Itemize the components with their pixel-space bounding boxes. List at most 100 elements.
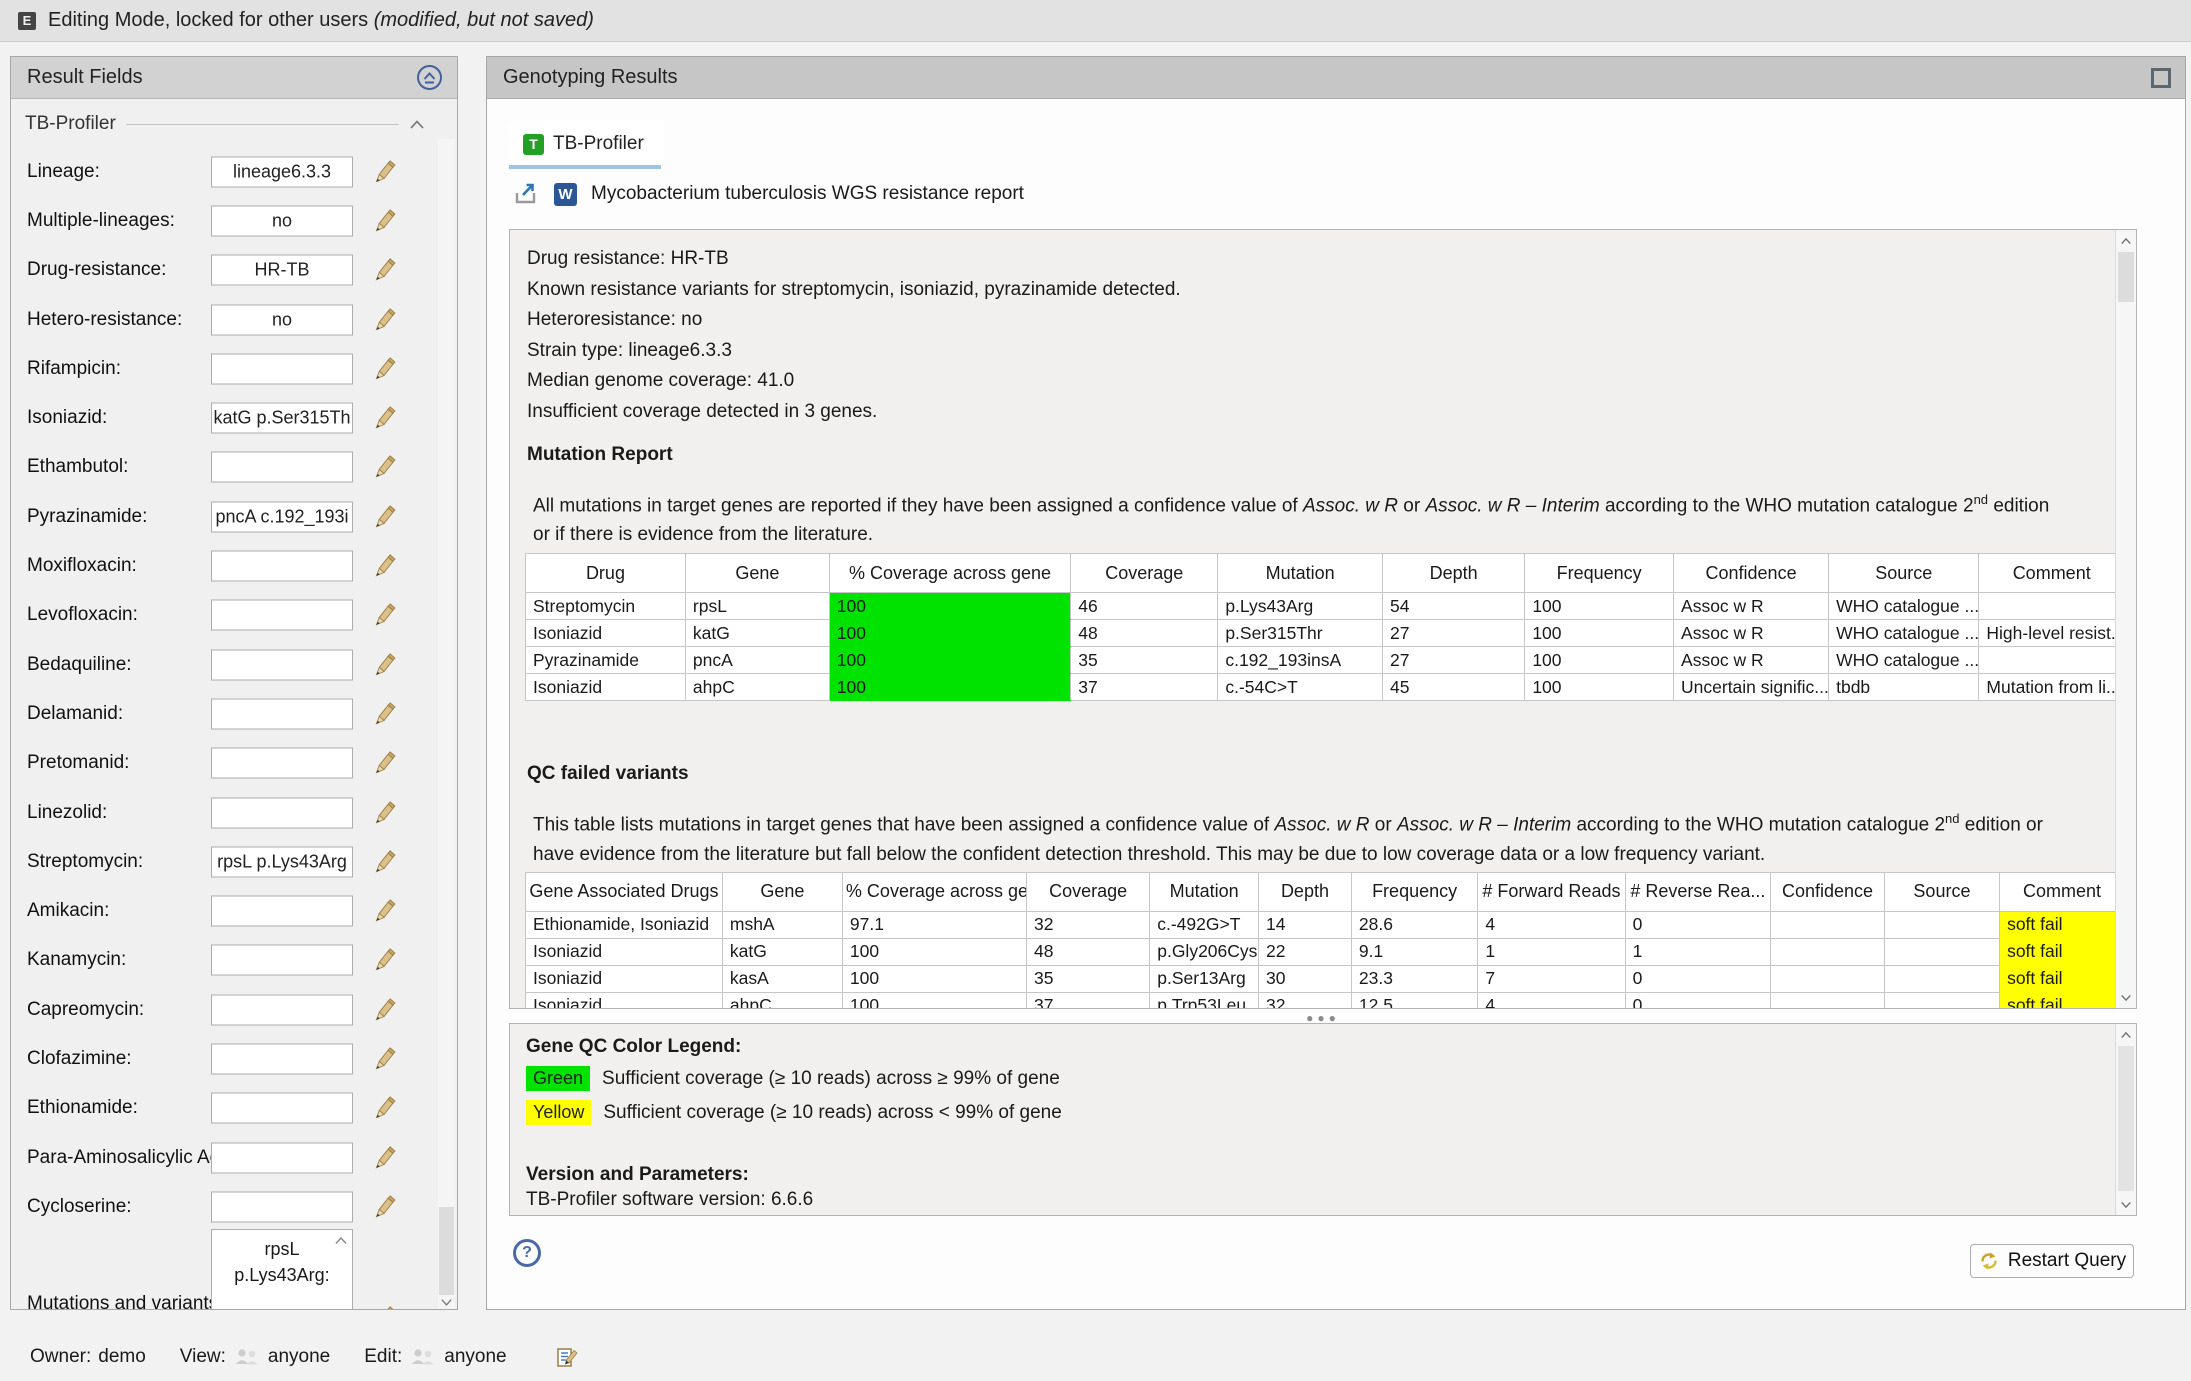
scrollbar-thumb[interactable] xyxy=(439,1207,454,1295)
column-header: Mutation xyxy=(1218,554,1383,593)
left-panel-scrollbar[interactable] xyxy=(438,139,455,1309)
genotyping-results-title: Genotyping Results xyxy=(503,66,678,89)
version-line: TB-Profiler software version: 6.6.6 xyxy=(526,1189,2096,1211)
edit-pencil-icon[interactable] xyxy=(371,307,397,333)
edit-pencil-icon[interactable] xyxy=(371,1145,397,1171)
table-cell: 100 xyxy=(829,620,1070,647)
scroll-up-icon[interactable] xyxy=(334,1236,348,1245)
edit-pencil-icon[interactable] xyxy=(371,208,397,234)
field-value-input[interactable] xyxy=(211,994,353,1025)
field-value-input[interactable] xyxy=(211,255,353,286)
table-cell: 0 xyxy=(1625,965,1771,992)
tab-tb-profiler[interactable]: T TB-Profiler xyxy=(509,123,664,165)
edit-pencil-icon[interactable] xyxy=(371,159,397,185)
edit-pencil-icon[interactable] xyxy=(371,1194,397,1220)
field-value-input[interactable] xyxy=(211,1043,353,1074)
field-value-input[interactable] xyxy=(211,1142,353,1173)
scroll-down-icon[interactable] xyxy=(2116,988,2136,1007)
splitter-handle[interactable]: ●●● xyxy=(509,1013,2137,1023)
restart-query-button[interactable]: Restart Query xyxy=(1970,1244,2134,1278)
field-value-input[interactable] xyxy=(211,600,353,631)
edit-pencil-icon[interactable] xyxy=(371,454,397,480)
mutations-textarea[interactable]: rpsL p.Lys43Arg: xyxy=(211,1229,353,1309)
report-content: Drug resistance: HR-TBKnown resistance v… xyxy=(510,230,2110,1009)
result-fields-header: Result Fields xyxy=(11,57,457,99)
field-value-input[interactable] xyxy=(211,797,353,828)
result-fields-body: TB-Profiler Lineage: Multiple-lineages: … xyxy=(11,99,457,1309)
field-value-input[interactable] xyxy=(211,1093,353,1124)
edit-pencil-icon[interactable] xyxy=(371,602,397,628)
mutation-line: p.Lys43Arg: xyxy=(212,1262,352,1288)
word-document-icon[interactable]: W xyxy=(554,183,577,206)
edit-pencil-icon[interactable] xyxy=(371,405,397,431)
edit-pencil-icon[interactable] xyxy=(371,1046,397,1072)
group-collapse-chevron-icon[interactable] xyxy=(409,119,425,130)
edit-pencil-icon[interactable] xyxy=(371,356,397,382)
result-field-row: Rifampicin: xyxy=(11,344,441,393)
scroll-up-icon[interactable] xyxy=(2116,231,2136,250)
edit-pencil-icon[interactable] xyxy=(371,652,397,678)
field-value-input[interactable] xyxy=(211,1191,353,1222)
field-value-input[interactable] xyxy=(211,551,353,582)
field-label: Para-Aminosalicylic Acid: xyxy=(27,1147,239,1169)
table-cell: soft fail xyxy=(2000,992,2125,1009)
table-cell: 0 xyxy=(1625,992,1771,1009)
table-cell xyxy=(1884,911,1999,938)
scroll-up-icon[interactable] xyxy=(2116,1025,2136,1044)
field-label: Levofloxacin: xyxy=(27,604,138,626)
table-row: Ethionamide, IsoniazidmshA97.132c.-492G>… xyxy=(526,911,2125,938)
edit-pencil-icon[interactable] xyxy=(371,553,397,579)
edit-pencil-icon[interactable] xyxy=(371,947,397,973)
table-cell: 48 xyxy=(1026,938,1149,965)
genotyping-results-header: Genotyping Results xyxy=(487,57,2185,99)
table-cell: 100 xyxy=(829,674,1070,701)
edit-pencil-icon[interactable] xyxy=(371,1305,397,1309)
field-value-input[interactable] xyxy=(211,353,353,384)
edit-pencil-icon[interactable] xyxy=(371,257,397,283)
export-report-icon[interactable] xyxy=(513,182,540,207)
scrollbar-thumb[interactable] xyxy=(2118,1046,2134,1191)
table-cell: c.-54C>T xyxy=(1218,674,1383,701)
maximize-icon[interactable] xyxy=(2151,68,2171,88)
table-cell: 7 xyxy=(1478,965,1625,992)
field-value-input[interactable] xyxy=(211,945,353,976)
field-value-input[interactable] xyxy=(211,896,353,927)
edit-pencil-icon[interactable] xyxy=(371,997,397,1023)
edit-pencil-icon[interactable] xyxy=(371,701,397,727)
edit-pencil-icon[interactable] xyxy=(371,849,397,875)
owner-group: Owner: demo xyxy=(30,1346,146,1368)
field-value-input[interactable] xyxy=(211,156,353,187)
scroll-down-icon[interactable] xyxy=(440,1298,453,1307)
field-value-input[interactable] xyxy=(211,748,353,779)
edit-pencil-icon[interactable] xyxy=(371,750,397,776)
table-cell xyxy=(1771,965,1885,992)
scrollbar-thumb[interactable] xyxy=(2118,252,2134,302)
edit-permissions-icon[interactable] xyxy=(555,1345,579,1369)
field-value-input[interactable] xyxy=(211,698,353,729)
table-row: IsoniazidahpC10037c.-54C>T45100Uncertain… xyxy=(526,674,2125,701)
table-cell: 12.5 xyxy=(1351,992,1477,1009)
legend-scrollbar[interactable] xyxy=(2115,1024,2136,1215)
result-field-row: Isoniazid: xyxy=(11,393,441,442)
summary-line: Strain type: lineage6.3.3 xyxy=(527,336,2110,367)
edit-pencil-icon[interactable] xyxy=(371,504,397,530)
field-value-input[interactable] xyxy=(211,403,353,434)
field-value-input[interactable] xyxy=(211,649,353,680)
report-scrollbar[interactable] xyxy=(2115,230,2136,1008)
result-field-row: Cycloserine: xyxy=(11,1182,441,1231)
field-value-input[interactable] xyxy=(211,846,353,877)
edit-pencil-icon[interactable] xyxy=(371,898,397,924)
field-value-input[interactable] xyxy=(211,452,353,483)
field-value-input[interactable] xyxy=(211,304,353,335)
edit-pencil-icon[interactable] xyxy=(371,800,397,826)
table-cell: 100 xyxy=(829,647,1070,674)
collapse-all-icon[interactable] xyxy=(416,64,443,91)
field-value-input[interactable] xyxy=(211,205,353,236)
table-cell xyxy=(1884,938,1999,965)
scroll-down-icon[interactable] xyxy=(2116,1195,2136,1214)
help-icon[interactable]: ? xyxy=(513,1239,541,1267)
table-cell: 27 xyxy=(1383,620,1525,647)
edit-pencil-icon[interactable] xyxy=(371,1095,397,1121)
table-cell: WHO catalogue ... xyxy=(1829,647,1979,674)
field-value-input[interactable] xyxy=(211,501,353,532)
